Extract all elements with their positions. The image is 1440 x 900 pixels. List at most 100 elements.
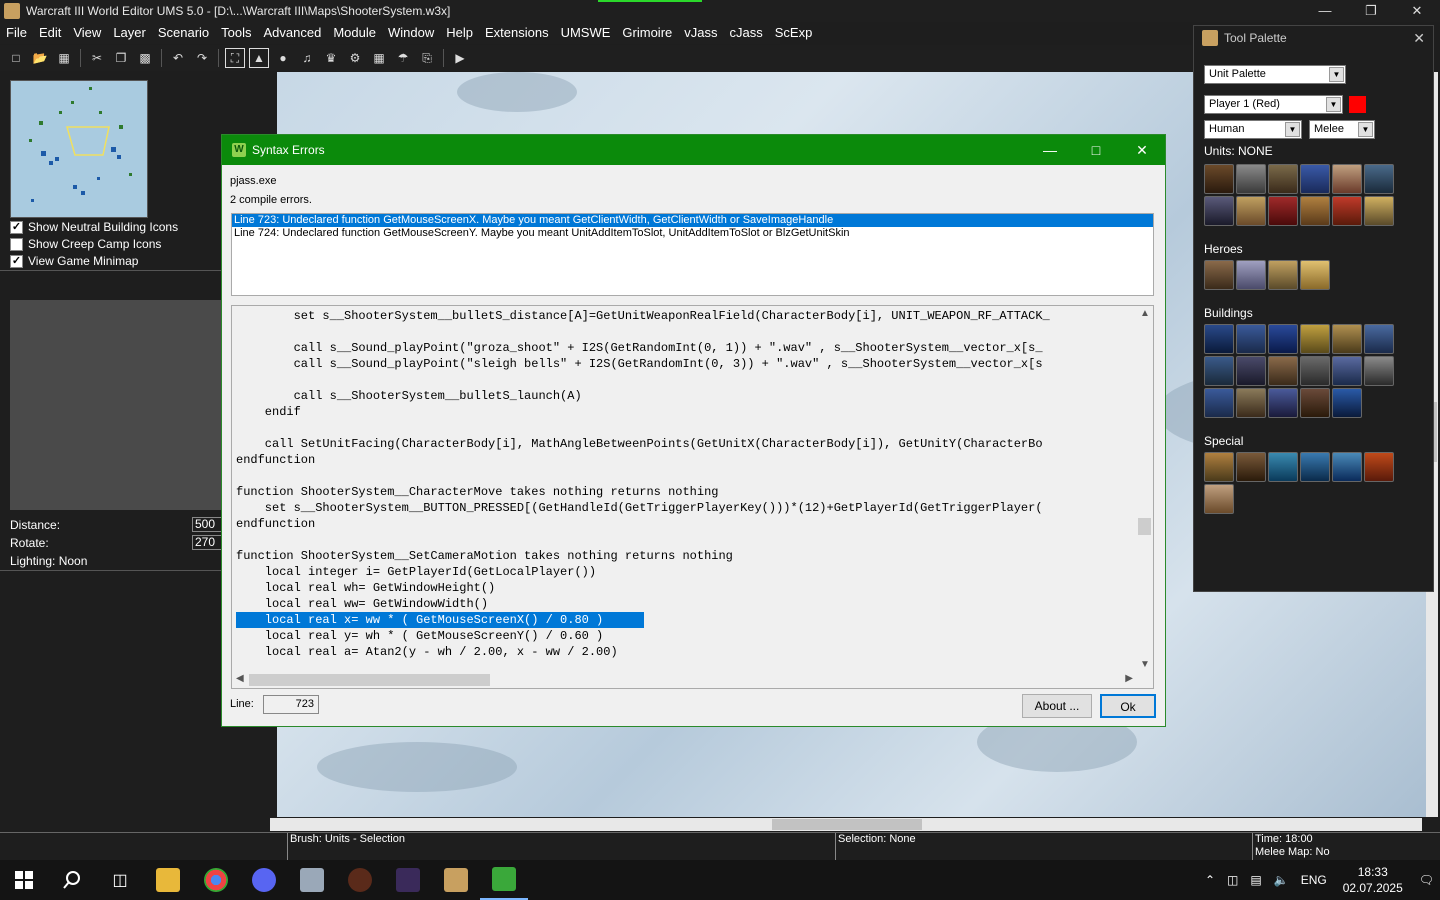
lumber-mill-icon[interactable]: [1364, 324, 1394, 354]
ai-editor-icon[interactable]: ⚙: [345, 48, 365, 68]
menu-umswe[interactable]: UMSWE: [555, 22, 617, 44]
test-map-icon[interactable]: ▶: [450, 48, 470, 68]
chevron-up-icon[interactable]: ▲: [1140, 308, 1150, 319]
game-minimap-toggle[interactable]: ✓ View Game Minimap: [10, 254, 138, 268]
menu-extensions[interactable]: Extensions: [479, 22, 555, 44]
code-horizontal-scrollbar[interactable]: ◀ ▶: [232, 671, 1137, 688]
waygate-icon[interactable]: [1332, 388, 1362, 418]
gryphon-rider-icon[interactable]: [1204, 196, 1234, 226]
close-icon[interactable]: ✕: [1119, 135, 1165, 165]
gryphon-aviary-icon[interactable]: [1332, 356, 1362, 386]
town-hall-icon[interactable]: [1204, 324, 1234, 354]
special-unit-icon[interactable]: [1332, 452, 1362, 482]
rotate-field[interactable]: 270: [192, 535, 224, 550]
trigger-editor-icon[interactable]: ▦: [369, 48, 389, 68]
error-item[interactable]: Line 723: Undeclared function GetMouseSc…: [232, 214, 1153, 227]
undo-icon[interactable]: ↶: [168, 48, 188, 68]
player-select[interactable]: Player 1 (Red) ▼: [1204, 95, 1343, 114]
palette-select[interactable]: Unit Palette ▼: [1204, 65, 1346, 84]
menu-module[interactable]: Module: [327, 22, 382, 44]
menu-advanced[interactable]: Advanced: [258, 22, 328, 44]
scout-tower-icon[interactable]: [1300, 356, 1330, 386]
paste-icon[interactable]: ▩: [135, 48, 155, 68]
special-unit-icon[interactable]: [1268, 452, 1298, 482]
object-editor-icon[interactable]: ♛: [321, 48, 341, 68]
maximize-button[interactable]: ❐: [1348, 0, 1394, 22]
special-unit-icon[interactable]: [1204, 484, 1234, 514]
scroll-thumb[interactable]: [1138, 518, 1151, 535]
menu-scenario[interactable]: Scenario: [152, 22, 215, 44]
network-icon[interactable]: ▤: [1250, 873, 1261, 887]
discord-button[interactable]: [240, 860, 288, 900]
mountain-king-icon[interactable]: [1268, 260, 1298, 290]
new-file-icon[interactable]: □: [6, 48, 26, 68]
rifleman-icon[interactable]: [1268, 164, 1298, 194]
knight-icon[interactable]: [1236, 196, 1266, 226]
unit-editor-icon[interactable]: ●: [273, 48, 293, 68]
minimap[interactable]: [10, 80, 148, 218]
menu-help[interactable]: Help: [440, 22, 479, 44]
blacksmith-icon[interactable]: [1204, 356, 1234, 386]
special-unit-icon[interactable]: [1364, 452, 1394, 482]
code-view[interactable]: set s__ShooterSystem__bulletS_distance[A…: [231, 305, 1154, 689]
special-unit-icon[interactable]: [1300, 452, 1330, 482]
start-button[interactable]: [0, 860, 48, 900]
task-view-button[interactable]: ◫: [96, 860, 144, 900]
chevron-left-icon[interactable]: ◀: [236, 673, 244, 684]
search-button[interactable]: [48, 860, 96, 900]
chevron-up-icon[interactable]: ⌃: [1205, 873, 1215, 887]
priest-icon[interactable]: [1300, 164, 1330, 194]
maximize-icon[interactable]: □: [1073, 135, 1119, 165]
arcane-tower-icon[interactable]: [1268, 388, 1298, 418]
cut-icon[interactable]: ✂: [87, 48, 107, 68]
clock[interactable]: 18:33 02.07.2025: [1343, 864, 1403, 896]
line-number-field[interactable]: 723: [263, 695, 319, 714]
volume-icon[interactable]: 🔈: [1274, 873, 1289, 887]
spell-breaker-icon[interactable]: [1268, 196, 1298, 226]
altar-of-kings-icon[interactable]: [1300, 388, 1330, 418]
close-icon[interactable]: ✕: [1413, 30, 1425, 47]
minimize-button[interactable]: —: [1302, 0, 1348, 22]
open-folder-icon[interactable]: 📂: [30, 48, 50, 68]
special-unit-icon[interactable]: [1236, 452, 1266, 482]
ok-button[interactable]: Ok: [1100, 694, 1156, 718]
arcane-vault-icon[interactable]: [1364, 356, 1394, 386]
menu-tools[interactable]: Tools: [215, 22, 257, 44]
footman-icon[interactable]: [1236, 164, 1266, 194]
scroll-thumb[interactable]: [249, 674, 490, 686]
select-icon[interactable]: ⛶: [225, 48, 245, 68]
notification-icon[interactable]: 🗨: [1419, 873, 1434, 887]
app-button[interactable]: [288, 860, 336, 900]
error-item[interactable]: Line 724: Undeclared function GetMouseSc…: [232, 227, 1153, 240]
redo-icon[interactable]: ↷: [192, 48, 212, 68]
minimize-icon[interactable]: —: [1027, 135, 1073, 165]
menu-window[interactable]: Window: [382, 22, 440, 44]
menu-layer[interactable]: Layer: [107, 22, 152, 44]
syntax-errors-taskbar-button[interactable]: [480, 860, 528, 900]
error-list[interactable]: Line 723: Undeclared function GetMouseSc…: [231, 213, 1154, 296]
checkbox-unchecked-icon[interactable]: [10, 237, 23, 251]
chevron-right-icon[interactable]: ▶: [1125, 673, 1133, 684]
language-indicator[interactable]: ENG: [1301, 873, 1327, 887]
cannon-tower-icon[interactable]: [1236, 388, 1266, 418]
sorceress-icon[interactable]: [1332, 164, 1362, 194]
dragonhawk-icon[interactable]: [1332, 196, 1362, 226]
workshop-icon[interactable]: [1268, 356, 1298, 386]
import-manager-icon[interactable]: ⎘: [417, 48, 437, 68]
neutral-building-icons-toggle[interactable]: ✓ Show Neutral Building Icons: [10, 220, 178, 234]
peasant-icon[interactable]: [1204, 164, 1234, 194]
chevron-down-icon[interactable]: ▼: [1358, 122, 1373, 137]
race-select[interactable]: Human ▼: [1204, 120, 1302, 139]
chrome-button[interactable]: [192, 860, 240, 900]
close-button[interactable]: ✕: [1394, 0, 1440, 22]
paladin-icon[interactable]: [1204, 260, 1234, 290]
chevron-down-icon[interactable]: ▼: [1140, 659, 1150, 670]
menu-file[interactable]: File: [0, 22, 33, 44]
barracks-icon[interactable]: [1332, 324, 1362, 354]
file-explorer-button[interactable]: [144, 860, 192, 900]
distance-field[interactable]: 500: [192, 517, 224, 532]
sound-editor-icon[interactable]: ♫: [297, 48, 317, 68]
castle-icon[interactable]: [1268, 324, 1298, 354]
chevron-down-icon[interactable]: ▼: [1285, 122, 1300, 137]
map-horizontal-scrollbar[interactable]: [270, 818, 1422, 831]
